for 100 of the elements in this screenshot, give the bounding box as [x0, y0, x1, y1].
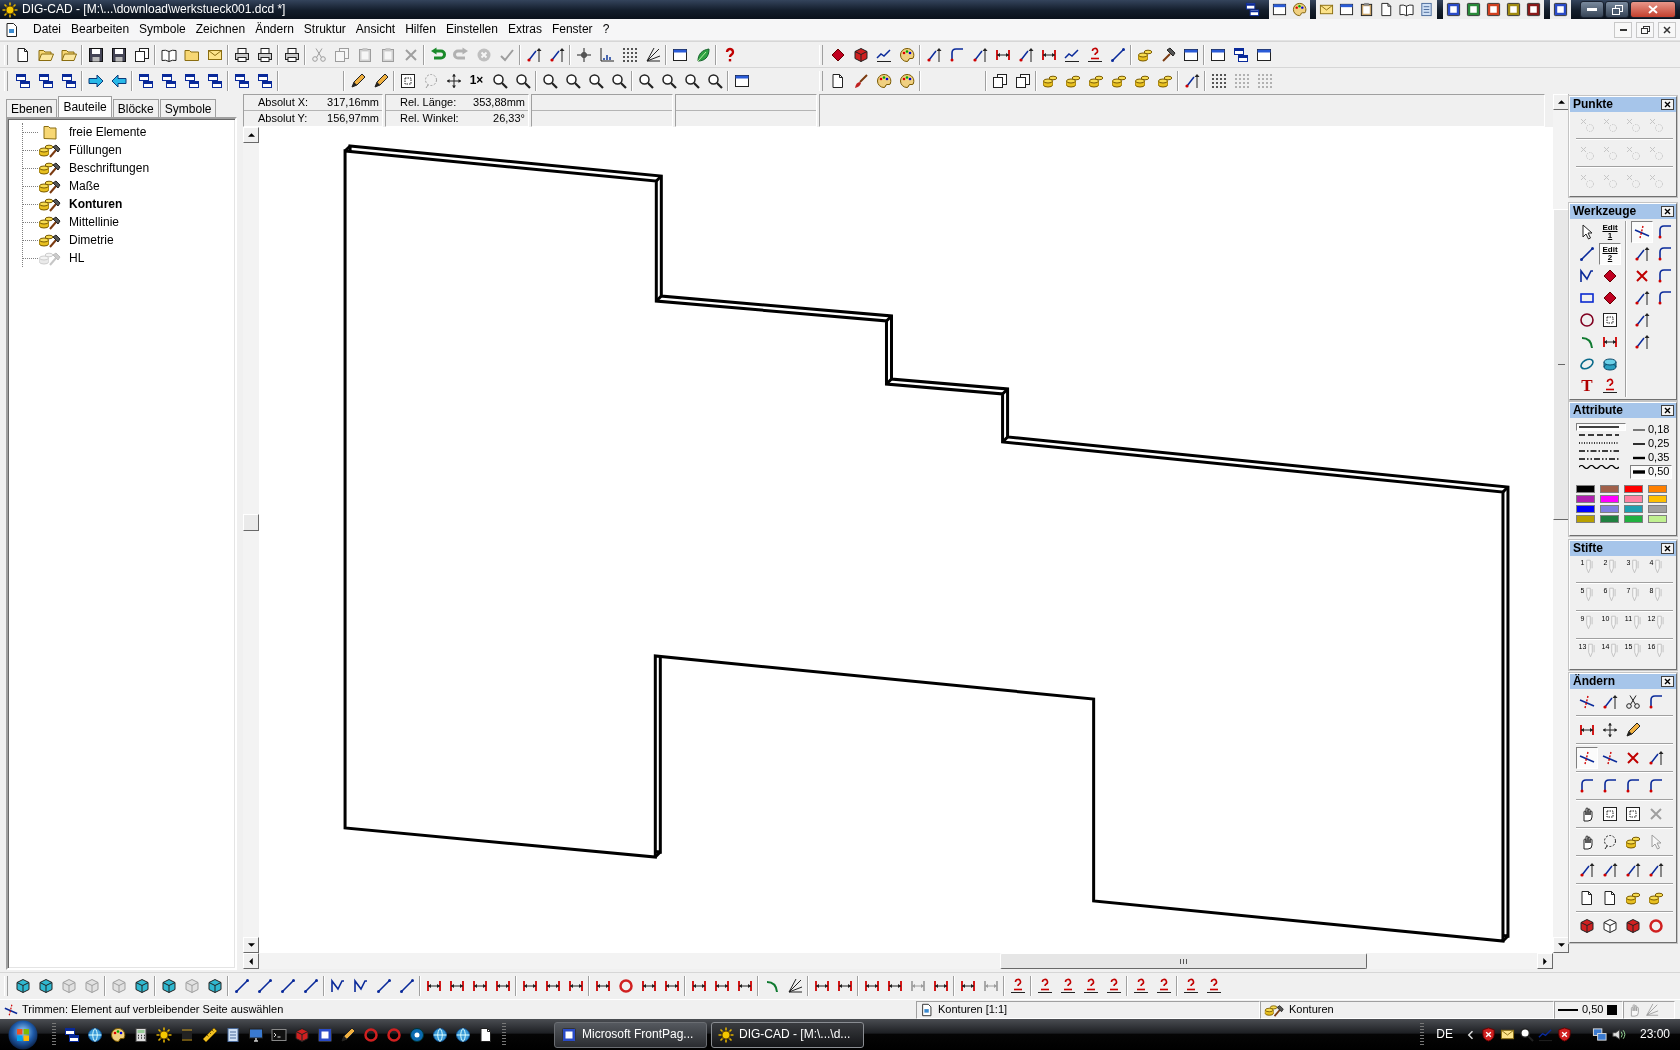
speaker-icon[interactable] — [1610, 1027, 1626, 1042]
tree-item[interactable]: freie Elemente — [38, 124, 149, 140]
envelope-icon[interactable] — [1499, 1027, 1515, 1042]
tile-icon[interactable] — [1526, 2, 1541, 17]
paint-palette-icon[interactable] — [110, 1026, 126, 1043]
close-icon[interactable] — [1661, 543, 1674, 554]
chip-icon[interactable] — [179, 1026, 195, 1043]
line-width-button[interactable]: 0,18 — [1630, 423, 1673, 437]
page-icon[interactable] — [478, 1026, 494, 1043]
window-icon[interactable] — [1272, 2, 1287, 17]
color-swatch-icon[interactable] — [1600, 505, 1619, 513]
ruler-icon[interactable] — [202, 1026, 218, 1043]
close-icon[interactable] — [1661, 206, 1674, 217]
menu-item[interactable]: ? — [597, 19, 615, 40]
tool-button[interactable] — [1631, 221, 1653, 243]
tile-icon[interactable] — [1446, 2, 1461, 17]
color-swatch-icon[interactable] — [1600, 515, 1619, 523]
menu-item[interactable]: Bearbeiten — [66, 19, 135, 40]
tree-item[interactable]: Maße — [38, 178, 102, 194]
color-swatch-icon[interactable] — [1648, 505, 1667, 513]
tile-icon[interactable] — [317, 1026, 333, 1043]
color-swatch-icon[interactable] — [1576, 485, 1595, 493]
menu-item[interactable]: Zeichnen — [190, 19, 251, 40]
minimize-button[interactable] — [1580, 1, 1604, 18]
disc-icon[interactable] — [409, 1026, 425, 1043]
book-icon[interactable] — [1399, 2, 1414, 17]
scroll-right-button[interactable] — [1537, 953, 1553, 969]
cube-icon[interactable] — [294, 1026, 310, 1043]
magnifier-icon[interactable] — [1518, 1027, 1534, 1042]
network-icon[interactable] — [1591, 1027, 1607, 1042]
restore-button[interactable] — [1605, 1, 1629, 18]
menu-item[interactable]: Datei — [28, 19, 66, 40]
scrollbar-thumb[interactable] — [1000, 953, 1367, 969]
tile-icon[interactable] — [1553, 2, 1568, 17]
color-swatch-icon[interactable] — [1648, 495, 1667, 503]
tree-item[interactable]: Beschriftungen — [38, 160, 152, 176]
ring-icon[interactable] — [363, 1026, 379, 1043]
menu-item[interactable]: Extras — [502, 19, 547, 40]
color-swatch-icon[interactable] — [1600, 485, 1619, 493]
tree-item[interactable]: Dimetrie — [38, 232, 116, 248]
tree-item[interactable]: Füllungen — [38, 142, 124, 158]
tool-button[interactable] — [1576, 747, 1598, 769]
menu-item[interactable]: Einstellen — [440, 19, 503, 40]
scroll-up-button[interactable] — [243, 127, 259, 143]
close-icon[interactable] — [1661, 99, 1674, 110]
close-icon[interactable] — [1661, 405, 1674, 416]
scroll-up-button[interactable] — [1553, 94, 1569, 110]
color-swatch-icon[interactable] — [1576, 515, 1595, 523]
tool-button[interactable]: Edit 2 — [1599, 243, 1621, 265]
page-icon[interactable] — [1379, 2, 1394, 17]
globe-icon[interactable] — [87, 1026, 103, 1043]
pencil-icon[interactable] — [340, 1026, 356, 1043]
color-swatch-icon[interactable] — [1600, 495, 1619, 503]
close-button[interactable] — [1630, 1, 1676, 18]
toolbar-button[interactable]: 1× — [465, 69, 488, 92]
scrollbar-thumb[interactable] — [1553, 209, 1569, 520]
ring-icon[interactable] — [386, 1026, 402, 1043]
tab[interactable]: Symbole — [159, 99, 217, 117]
tile-icon[interactable] — [1466, 2, 1481, 17]
menu-item[interactable]: Struktur — [298, 19, 351, 40]
window-icon[interactable] — [1339, 2, 1354, 17]
document-icon[interactable] — [4, 21, 20, 38]
sun-gear-icon[interactable] — [156, 1026, 172, 1043]
calculator-icon[interactable] — [133, 1026, 149, 1043]
tree-item[interactable]: HL — [38, 250, 87, 266]
tab[interactable]: Bauteile — [58, 96, 112, 117]
tree-item[interactable]: Mittellinie — [38, 214, 121, 230]
shield-icon[interactable] — [1556, 1027, 1572, 1042]
globe-icon[interactable] — [432, 1026, 448, 1043]
color-swatch-icon[interactable] — [1624, 485, 1643, 493]
color-swatch-icon[interactable] — [1648, 515, 1667, 523]
line-width-button[interactable]: 0,35 — [1630, 451, 1673, 465]
tool-button[interactable]: T — [1576, 375, 1598, 397]
clipboard-icon[interactable] — [1359, 2, 1374, 17]
scroll-left-button[interactable] — [243, 953, 259, 969]
color-swatch-icon[interactable] — [1648, 485, 1667, 493]
menu-item[interactable]: Ändern — [250, 19, 299, 40]
scrollbar-thumb[interactable] — [243, 514, 259, 531]
taskbar-button[interactable]: Microsoft FrontPag... — [554, 1021, 707, 1048]
menu-item[interactable]: Hilfen — [400, 19, 441, 40]
line-width-button[interactable]: 0,25 — [1630, 437, 1673, 451]
menu-item[interactable]: Symbole — [134, 19, 191, 40]
tile-icon[interactable] — [1506, 2, 1521, 17]
globe-icon[interactable] — [455, 1026, 471, 1043]
line-width-button[interactable]: 0,50 — [1630, 465, 1673, 479]
scroll-down-button[interactable] — [243, 937, 259, 953]
terminal-icon[interactable] — [271, 1026, 287, 1043]
shield-icon[interactable] — [1480, 1027, 1496, 1042]
color-swatch-icon[interactable] — [1624, 505, 1643, 513]
color-swatch-icon[interactable] — [1624, 495, 1643, 503]
tab[interactable]: Blöcke — [112, 99, 159, 117]
start-orb-icon[interactable] — [8, 1019, 38, 1050]
tool-button[interactable]: Edit 1 — [1599, 221, 1621, 243]
tile-icon[interactable] — [1486, 2, 1501, 17]
stacked-windows-icon[interactable] — [64, 1026, 80, 1043]
scroll-down-button[interactable] — [1553, 937, 1569, 953]
monitor-icon[interactable] — [248, 1026, 264, 1043]
close-icon[interactable] — [1661, 676, 1674, 687]
taskbar-button[interactable]: DIG-CAD - [M:\...\d... — [711, 1021, 864, 1048]
notepad-icon[interactable] — [225, 1026, 241, 1043]
